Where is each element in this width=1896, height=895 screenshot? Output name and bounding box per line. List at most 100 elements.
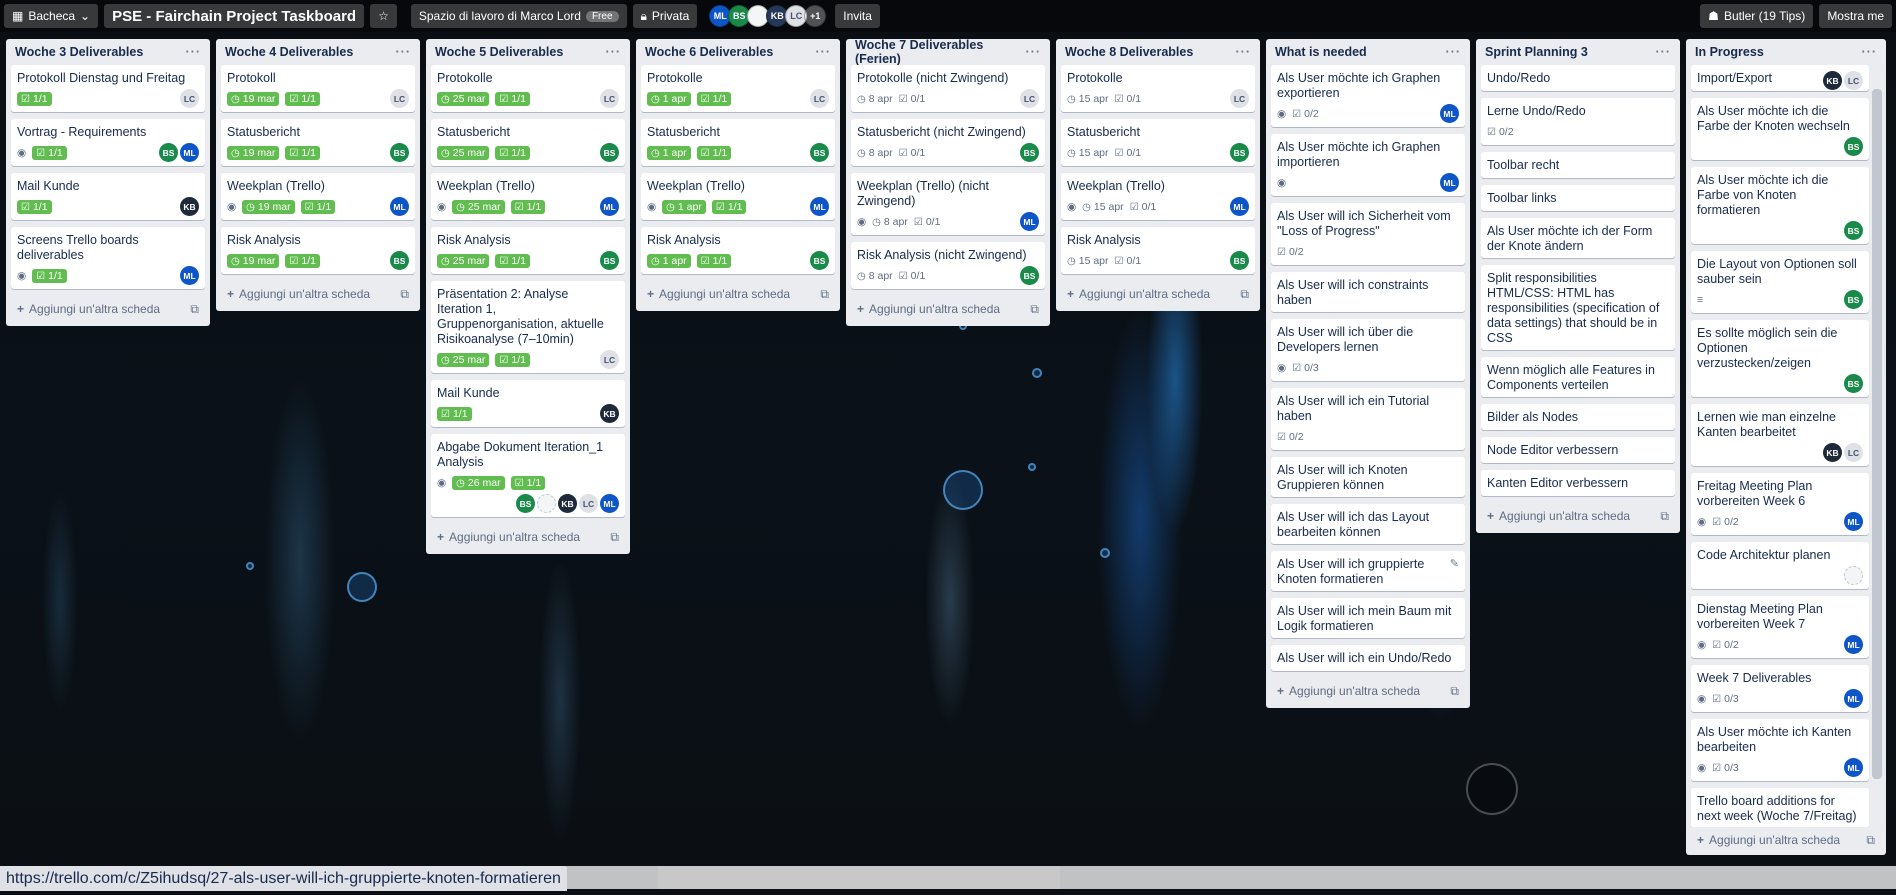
- due-date-badge[interactable]: ◷ 25 mar: [437, 146, 490, 160]
- card[interactable]: Als User will ich ein Tutorial haben ☑ 0/2: [1271, 388, 1465, 450]
- list-title[interactable]: Woche 6 Deliverables: [645, 45, 773, 59]
- add-member-icon[interactable]: [537, 494, 556, 513]
- card[interactable]: Als User will ich gruppierte Knoten form…: [1271, 551, 1465, 591]
- list-menu-icon[interactable]: ···: [1862, 45, 1878, 59]
- avatar[interactable]: BS: [1020, 143, 1039, 162]
- due-date-badge[interactable]: ◷ 15 apr: [1067, 93, 1109, 105]
- add-card-button[interactable]: + Aggiungi un'altra scheda ⧉: [1061, 281, 1255, 307]
- card[interactable]: Kanten Editor verbessern: [1481, 470, 1675, 496]
- card-template-icon[interactable]: ⧉: [1866, 833, 1875, 848]
- due-date-badge[interactable]: ◷ 1 apr: [662, 200, 706, 214]
- card[interactable]: Code Architektur planen: [1691, 542, 1869, 589]
- card-template-icon[interactable]: ⧉: [820, 287, 829, 302]
- list-title[interactable]: Woche 3 Deliverables: [15, 45, 143, 59]
- card[interactable]: Als User will ich Sicherheit vom "Loss o…: [1271, 203, 1465, 265]
- list-menu-icon[interactable]: ···: [186, 45, 202, 59]
- card[interactable]: Risk Analysis ◷ 1 apr ☑ 1/1 BS: [641, 227, 835, 274]
- avatar[interactable]: ML: [1230, 197, 1249, 216]
- avatar[interactable]: BS: [1844, 137, 1863, 156]
- avatar[interactable]: ML: [1440, 173, 1459, 192]
- card[interactable]: Risk Analysis ◷ 19 mar ☑ 1/1 BS: [221, 227, 415, 274]
- card-template-icon[interactable]: ⧉: [1240, 287, 1249, 302]
- card[interactable]: Protokolle ◷ 15 apr ☑ 0/1 LC: [1061, 65, 1255, 112]
- more-members-badge[interactable]: +1: [804, 5, 827, 27]
- card-template-icon[interactable]: ⧉: [400, 287, 409, 302]
- card[interactable]: Abgabe Dokument Iteration_1 Analysis ◉ ◷ 26…: [431, 434, 625, 517]
- card[interactable]: Protokolle ◷ 1 apr ☑ 1/1 LC: [641, 65, 835, 112]
- card[interactable]: Als User will ich mein Baum mit Logik fo…: [1271, 598, 1465, 638]
- avatar[interactable]: BS: [600, 143, 619, 162]
- card[interactable]: Mail Kunde ☑ 1/1 KB: [431, 380, 625, 427]
- add-member-icon[interactable]: [1844, 566, 1863, 585]
- list-menu-icon[interactable]: ···: [1026, 45, 1042, 59]
- card[interactable]: Dienstag Meeting Plan vorbereiten Week 7…: [1691, 596, 1869, 658]
- card[interactable]: Bilder als Nodes: [1481, 404, 1675, 430]
- avatar[interactable]: BS: [600, 251, 619, 270]
- card[interactable]: Weekplan (Trello) ◉ ◷ 15 apr ☑ 0/1 ML: [1061, 173, 1255, 220]
- card[interactable]: Risk Analysis (nicht Zwingend) ◷ 8 apr ☑ 0/1…: [851, 242, 1045, 289]
- avatar[interactable]: LC: [1844, 71, 1863, 90]
- list-title[interactable]: In Progress: [1695, 45, 1764, 59]
- card[interactable]: Mail Kunde ☑ 1/1 KB: [11, 173, 205, 220]
- avatar[interactable]: KB: [600, 404, 619, 423]
- avatar[interactable]: ML: [180, 266, 199, 285]
- workspace-button[interactable]: Spazio di lavoro di Marco Lord Free: [410, 4, 627, 28]
- card[interactable]: Screens Trello boards deliverables ◉ ☑ 1/1 M…: [11, 227, 205, 289]
- list-title[interactable]: Woche 8 Deliverables: [1065, 45, 1193, 59]
- star-button[interactable]: ☆: [370, 4, 397, 28]
- card[interactable]: Statusbericht ◷ 19 mar ☑ 1/1 BS: [221, 119, 415, 166]
- add-card-button[interactable]: + Aggiungi un'altra scheda ⧉: [1691, 827, 1881, 853]
- avatar[interactable]: BS: [390, 143, 409, 162]
- card-template-icon[interactable]: ⧉: [1030, 302, 1039, 317]
- due-date-badge[interactable]: ◷ 8 apr: [857, 147, 893, 159]
- avatar[interactable]: ML: [600, 197, 619, 216]
- card[interactable]: Import/Export KB LC: [1691, 65, 1869, 91]
- avatar[interactable]: LC: [600, 350, 619, 369]
- due-date-badge[interactable]: ◷ 19 mar: [242, 200, 295, 214]
- avatar[interactable]: BS: [1230, 251, 1249, 270]
- add-card-button[interactable]: + Aggiungi un'altra scheda ⧉: [431, 524, 625, 550]
- list-menu-icon[interactable]: ···: [1236, 45, 1252, 59]
- avatar[interactable]: BS: [1844, 221, 1863, 240]
- card[interactable]: Es sollte möglich sein die Optionen verz…: [1691, 320, 1869, 397]
- add-card-button[interactable]: + Aggiungi un'altra scheda ⧉: [851, 296, 1045, 322]
- card[interactable]: Präsentation 2: Analyse Iteration 1, Gru…: [431, 281, 625, 373]
- due-date-badge[interactable]: ◷ 1 apr: [647, 92, 691, 106]
- butler-button[interactable]: ☗ Butler (19 Tips): [1700, 4, 1814, 28]
- avatar[interactable]: BS: [1020, 266, 1039, 285]
- invite-button[interactable]: Invita: [835, 4, 880, 28]
- avatar[interactable]: LC: [1844, 443, 1863, 462]
- card[interactable]: Split responsibilities HTML/CSS: HTML ha…: [1481, 265, 1675, 350]
- due-date-badge[interactable]: ◷ 1 apr: [647, 146, 691, 160]
- due-date-badge[interactable]: ◷ 25 mar: [437, 353, 490, 367]
- card-template-icon[interactable]: ⧉: [610, 530, 619, 545]
- avatar[interactable]: ML: [1844, 635, 1863, 654]
- avatar[interactable]: KB: [1823, 71, 1842, 90]
- due-date-badge[interactable]: ◷ 1 apr: [647, 254, 691, 268]
- card[interactable]: Risk Analysis ◷ 25 mar ☑ 1/1 BS: [431, 227, 625, 274]
- avatar[interactable]: LC: [390, 89, 409, 108]
- card[interactable]: Statusbericht ◷ 15 apr ☑ 0/1 BS: [1061, 119, 1255, 166]
- add-card-button[interactable]: + Aggiungi un'altra scheda ⧉: [221, 281, 415, 307]
- list-title[interactable]: What is needed: [1275, 45, 1367, 59]
- list-menu-icon[interactable]: ···: [606, 45, 622, 59]
- avatar[interactable]: BS: [1844, 290, 1863, 309]
- visibility-button[interactable]: 🔒︎ Privata: [632, 4, 698, 28]
- avatar[interactable]: KB: [1823, 443, 1842, 462]
- due-date-badge[interactable]: ◷ 25 mar: [452, 200, 505, 214]
- card[interactable]: Protokoll ◷ 19 mar ☑ 1/1 LC: [221, 65, 415, 112]
- card[interactable]: Als User möchte ich Graphen exportieren ◉…: [1271, 65, 1465, 127]
- card[interactable]: Wenn möglich alle Features in Components…: [1481, 357, 1675, 397]
- avatar[interactable]: ML: [1440, 104, 1459, 123]
- add-card-button[interactable]: + Aggiungi un'altra scheda ⧉: [1481, 503, 1675, 529]
- card[interactable]: Protokolle (nicht Zwingend) ◷ 8 apr ☑ 0/1 LC: [851, 65, 1045, 112]
- card-template-icon[interactable]: ⧉: [1450, 684, 1459, 699]
- card[interactable]: Statusbericht ◷ 25 mar ☑ 1/1 BS: [431, 119, 625, 166]
- avatar[interactable]: ML: [1844, 758, 1863, 777]
- due-date-badge[interactable]: ◷ 15 apr: [1067, 147, 1109, 159]
- due-date-badge[interactable]: ◷ 8 apr: [857, 270, 893, 282]
- card[interactable]: Weekplan (Trello) (nicht Zwingend) ◉ ◷ 8 ap…: [851, 173, 1045, 235]
- due-date-badge[interactable]: ◷ 19 mar: [227, 146, 280, 160]
- due-date-badge[interactable]: ◷ 19 mar: [227, 254, 280, 268]
- avatar[interactable]: BS: [390, 251, 409, 270]
